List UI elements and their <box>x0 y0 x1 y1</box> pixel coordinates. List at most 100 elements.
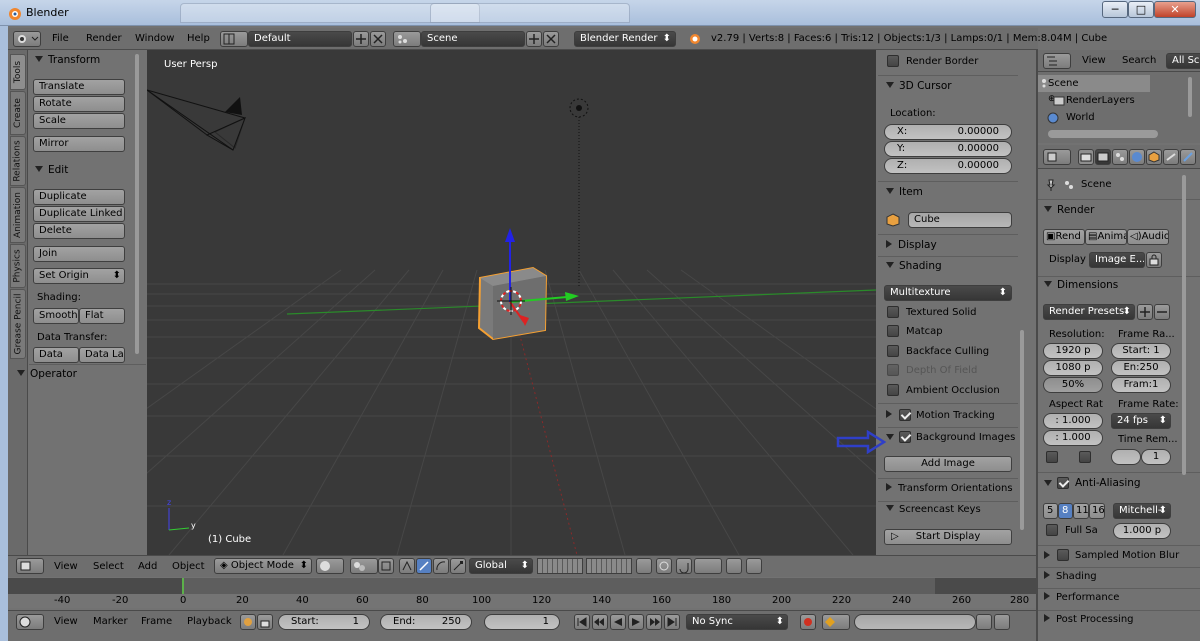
cursor-z-field[interactable]: Z: 0.00000 <box>884 158 1012 174</box>
scale-manipulator-icon[interactable] <box>450 558 466 574</box>
border-checkbox[interactable] <box>1046 451 1058 463</box>
jump-start-icon[interactable] <box>574 614 590 630</box>
menu-window[interactable]: Window <box>135 32 174 46</box>
panel-display-header[interactable]: Display <box>886 239 937 251</box>
display-dropdown[interactable]: Image E... <box>1089 252 1145 268</box>
menu-file[interactable]: File <box>52 32 69 46</box>
scene-field[interactable]: Scene <box>421 31 525 47</box>
tab-physics[interactable]: Physics <box>10 244 26 288</box>
panel-dimensions-header[interactable]: Dimensions <box>1044 279 1118 291</box>
object-tab-icon[interactable] <box>1146 149 1162 165</box>
outliner-search-menu[interactable]: Search <box>1122 54 1156 68</box>
constraints-tab-icon[interactable] <box>1163 149 1179 165</box>
cube-object[interactable] <box>477 266 548 341</box>
scale-button[interactable]: Scale <box>33 113 125 129</box>
add-scene-icon[interactable] <box>526 31 542 47</box>
frame-end-field[interactable]: En:250 <box>1111 360 1171 376</box>
scene-icon[interactable] <box>393 31 421 47</box>
menu-view[interactable]: View <box>54 560 78 574</box>
panel-edit-header[interactable]: Edit <box>35 164 68 176</box>
render-presets-dropdown[interactable]: Render Presets ⬍ <box>1043 304 1135 320</box>
resolution-x-field[interactable]: 1920 p <box>1043 343 1103 359</box>
duplicate-linked-button[interactable]: Duplicate Linked <box>33 206 125 222</box>
record-icon[interactable] <box>800 614 816 630</box>
tab-relations[interactable]: Relations <box>10 136 26 186</box>
layout-field[interactable]: Default <box>248 31 352 47</box>
3d-view-editor-icon[interactable] <box>16 558 44 574</box>
outliner-filter-dropdown[interactable]: All Sc <box>1166 53 1200 69</box>
render-engine-dropdown[interactable]: Blender Render ⬍ <box>574 31 676 47</box>
rotate-manipulator-icon[interactable] <box>433 558 449 574</box>
remove-preset-icon[interactable] <box>1154 304 1170 320</box>
panel-transform-orientations-header[interactable]: Transform Orientations <box>886 483 1013 494</box>
data-layout-button[interactable]: Data La <box>79 347 125 363</box>
snap-element-icon[interactable] <box>694 558 722 574</box>
item-name-field[interactable]: Cube <box>908 212 1012 228</box>
motion-tracking-checkbox[interactable] <box>899 409 911 421</box>
aa-samples-16[interactable]: 16 <box>1089 503 1105 519</box>
properties-scrollbar[interactable] <box>1182 175 1186 475</box>
remove-layout-icon[interactable] <box>370 31 386 47</box>
pivot-point-icon[interactable] <box>350 558 378 574</box>
render-button[interactable]: ▣Rend <box>1043 229 1085 245</box>
crop-checkbox[interactable] <box>1079 451 1091 463</box>
menu-add[interactable]: Add <box>138 560 157 574</box>
pin-icon[interactable] <box>1044 178 1058 192</box>
tab-tools[interactable]: Tools <box>10 54 26 90</box>
interaction-mode-dropdown[interactable]: ◈ Object Mode ⬍ <box>214 558 312 574</box>
preview-range-icon[interactable] <box>240 614 256 630</box>
jump-next-keyframe-icon[interactable] <box>646 614 662 630</box>
delete-button[interactable]: Delete <box>33 223 125 239</box>
time-remap-new-field[interactable]: 1 <box>1141 449 1171 465</box>
camera-object[interactable] <box>147 89 246 151</box>
backface-culling-checkbox[interactable] <box>887 345 899 357</box>
render-layers-tab-icon[interactable] <box>1095 149 1111 165</box>
menu-playback[interactable]: Playback <box>187 615 232 629</box>
panel-item-header[interactable]: Item <box>886 186 923 198</box>
area-split[interactable] <box>1036 50 1038 641</box>
viewport-canvas[interactable]: z y <box>147 50 876 555</box>
frame-start-field[interactable]: Start: 1 <box>1111 343 1171 359</box>
jump-end-icon[interactable] <box>664 614 680 630</box>
y-manipulator-head[interactable] <box>565 292 579 301</box>
aspect-y-field[interactable]: : 1.000 <box>1043 430 1103 446</box>
depth-of-field-checkbox[interactable] <box>887 364 899 376</box>
panel-operator-header[interactable]: Operator <box>17 368 77 380</box>
mirror-button[interactable]: Mirror <box>33 136 125 152</box>
sampled-motion-blur-checkbox[interactable] <box>1057 549 1069 561</box>
time-remap-old-field[interactable] <box>1111 449 1141 465</box>
render-preview-icon[interactable] <box>726 558 742 574</box>
panel-render-header[interactable]: Render <box>1044 204 1094 216</box>
scene-tab-icon[interactable] <box>1112 149 1128 165</box>
play-icon[interactable] <box>628 614 644 630</box>
timeline[interactable]: -40 -20 0 20 40 60 80 100 120 140 160 18… <box>8 578 1038 608</box>
render-border-checkbox[interactable] <box>887 55 899 67</box>
snap-icon[interactable] <box>676 558 692 574</box>
smooth-button[interactable]: Smooth <box>33 308 79 324</box>
aa-samples-8[interactable]: 8 <box>1058 503 1073 519</box>
viewport-shading-icon[interactable] <box>316 558 344 574</box>
keying-mode-icon[interactable] <box>822 614 850 630</box>
resolution-y-field[interactable]: 1080 p <box>1043 360 1103 376</box>
transform-orientation-dropdown[interactable]: Global ⬍ <box>469 558 533 574</box>
delete-keyframe-icon[interactable] <box>994 614 1010 630</box>
minimize-button[interactable]: ─ <box>1102 1 1128 18</box>
layout-icon[interactable] <box>220 31 248 47</box>
lock-interface-icon[interactable] <box>1146 252 1162 268</box>
world-tab-icon[interactable] <box>1129 149 1145 165</box>
proportional-edit-icon[interactable] <box>656 558 672 574</box>
collapse-triangle-icon[interactable] <box>1044 479 1057 490</box>
outliner-scrollbar[interactable] <box>1188 77 1192 117</box>
properties-editor-icon[interactable] <box>1043 149 1071 165</box>
layer-buttons-b[interactable] <box>586 558 632 574</box>
panel-sampled-motion-blur-header[interactable]: Sampled Motion Blur <box>1075 550 1195 561</box>
menu-frame[interactable]: Frame <box>141 615 172 629</box>
jump-prev-keyframe-icon[interactable] <box>592 614 608 630</box>
panel-shading-header[interactable]: Shading <box>1044 571 1097 582</box>
layer-buttons-a[interactable] <box>537 558 583 574</box>
outliner-item-world[interactable]: World <box>1066 111 1095 125</box>
toolshelf-scrollbar[interactable] <box>135 54 139 354</box>
aa-filter-dropdown[interactable]: Mitchell- ⬍ <box>1113 503 1171 519</box>
aa-samples-5[interactable]: 5 <box>1043 503 1058 519</box>
data-button[interactable]: Data <box>33 347 79 363</box>
